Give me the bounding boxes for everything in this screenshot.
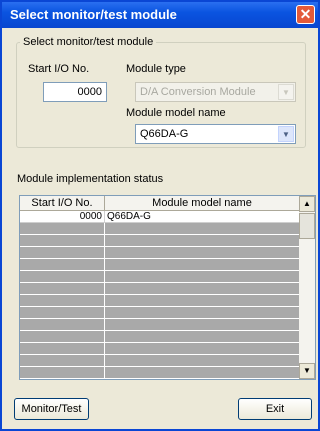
table-cell-model-name[interactable] xyxy=(105,367,300,379)
table-cell-model-name[interactable]: Q66DA-G xyxy=(105,211,300,223)
table-cell-model-name[interactable] xyxy=(105,355,300,367)
monitor-test-button[interactable]: Monitor/Test xyxy=(14,398,89,420)
table-cell-model-name[interactable] xyxy=(105,259,300,271)
table-cell-start-io[interactable] xyxy=(20,331,105,343)
table-cell-start-io[interactable] xyxy=(20,223,105,235)
implementation-status-label: Module implementation status xyxy=(17,173,164,185)
module-type-select: D/A Conversion Module ▼ xyxy=(135,82,296,102)
table-cell-model-name[interactable] xyxy=(105,247,300,259)
table-cell-start-io[interactable] xyxy=(20,343,105,355)
table-cell-start-io[interactable] xyxy=(20,319,105,331)
chevron-down-icon[interactable]: ▼ xyxy=(278,126,294,142)
select-module-group-title: Select monitor/test module xyxy=(20,36,157,48)
start-io-input[interactable]: 0000 xyxy=(43,82,107,102)
table-cell-start-io[interactable] xyxy=(20,355,105,367)
model-name-value: Q66DA-G xyxy=(140,128,189,140)
table-cell-start-io[interactable] xyxy=(20,235,105,247)
scroll-down-button[interactable]: ▼ xyxy=(299,363,315,379)
module-type-value: D/A Conversion Module xyxy=(140,86,256,98)
table-cell-start-io[interactable] xyxy=(20,247,105,259)
table-cell-model-name[interactable] xyxy=(105,271,300,283)
table-cell-start-io[interactable] xyxy=(20,271,105,283)
table-cell-start-io[interactable] xyxy=(20,259,105,271)
exit-button[interactable]: Exit xyxy=(238,398,312,420)
arrow-down-icon: ▼ xyxy=(303,366,311,375)
scrollbar-thumb[interactable] xyxy=(299,213,315,239)
window-title: Select monitor/test module xyxy=(10,7,177,22)
model-name-label: Module model name xyxy=(126,107,226,119)
table-scrollbar[interactable]: ▲ ▼ xyxy=(299,196,315,379)
module-status-table: Start I/O No. Module model name 0000 Q66D… xyxy=(19,195,316,380)
table-cell-model-name[interactable] xyxy=(105,307,300,319)
column-header-start-io: Start I/O No. xyxy=(20,196,105,211)
table-cell-model-name[interactable] xyxy=(105,223,300,235)
table-cell-start-io[interactable] xyxy=(20,283,105,295)
table-cell-model-name[interactable] xyxy=(105,235,300,247)
table-cell-model-name[interactable] xyxy=(105,343,300,355)
table-cell-model-name[interactable] xyxy=(105,331,300,343)
close-button[interactable]: ✕ xyxy=(296,5,315,24)
column-header-model-name: Module model name xyxy=(105,196,300,211)
table-cell-start-io[interactable] xyxy=(20,307,105,319)
table-cell-start-io[interactable] xyxy=(20,295,105,307)
scroll-up-button[interactable]: ▲ xyxy=(299,196,315,212)
table-cell-model-name[interactable] xyxy=(105,319,300,331)
chevron-down-icon: ▼ xyxy=(278,84,294,100)
dialog-window: Select monitor/test module ✕ Select moni… xyxy=(0,0,320,431)
table-cell-start-io[interactable]: 0000 xyxy=(20,211,105,223)
start-io-label: Start I/O No. xyxy=(28,63,90,75)
close-icon: ✕ xyxy=(299,6,312,22)
table-cell-model-name[interactable] xyxy=(105,283,300,295)
table-cell-model-name[interactable] xyxy=(105,295,300,307)
arrow-up-icon: ▲ xyxy=(303,199,311,208)
table-cell-start-io[interactable] xyxy=(20,367,105,379)
title-bar[interactable]: Select monitor/test module ✕ xyxy=(2,2,318,28)
model-name-select[interactable]: Q66DA-G ▼ xyxy=(135,124,296,144)
module-type-label: Module type xyxy=(126,63,186,75)
